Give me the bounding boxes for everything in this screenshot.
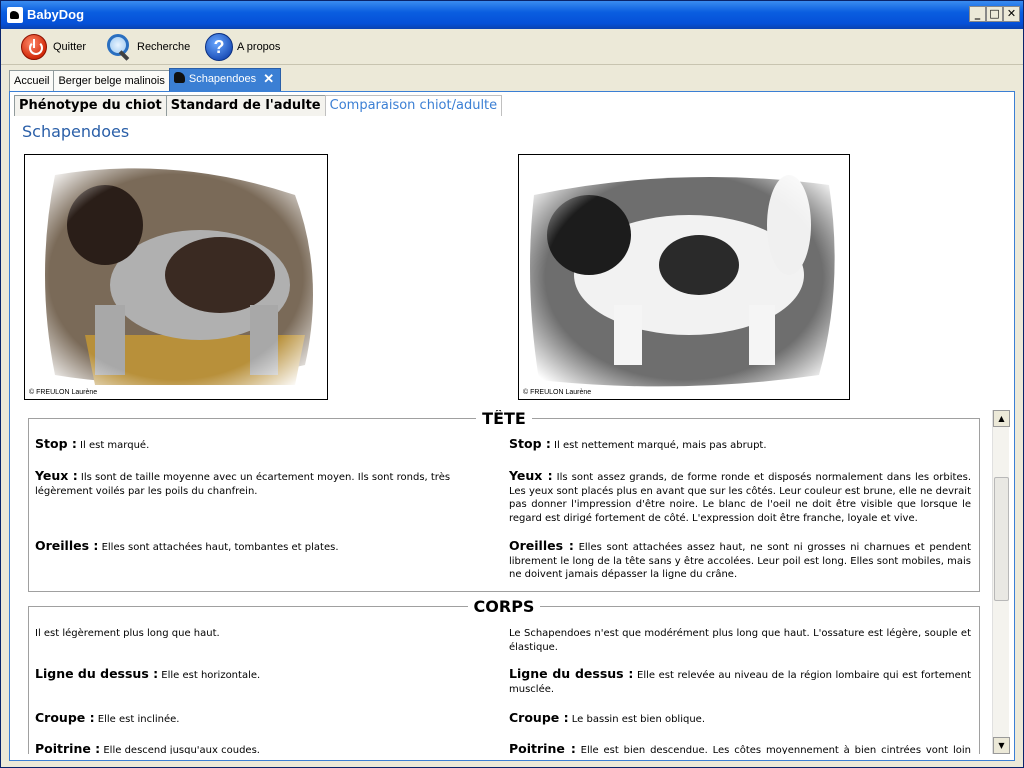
tab-label: Standard de l'adulte xyxy=(170,98,321,113)
tab-accueil[interactable]: Accueil xyxy=(9,70,55,91)
puppy-yeux: Yeux : Ils sont de taille moyenne avec u… xyxy=(35,468,451,497)
breed-title: Schapendoes xyxy=(22,122,130,141)
quit-button[interactable]: Quitter xyxy=(21,31,86,63)
adult-photo: © FREULON Laurène xyxy=(518,154,850,400)
scroll-up-button[interactable]: ▲ xyxy=(993,410,1010,427)
adult-poitrine: Poitrine : Elle est bien descendue. Les … xyxy=(509,741,971,754)
puppy-stop: Stop : Il est marqué. xyxy=(35,436,150,451)
dog-icon xyxy=(173,72,185,83)
help-icon: ? xyxy=(205,33,233,61)
puppy-ligne-dessus: Ligne du dessus : Elle est horizontale. xyxy=(35,666,261,681)
photo-credit: © FREULON Laurène xyxy=(523,389,592,396)
quit-label: Quitter xyxy=(53,41,87,53)
search-label: Recherche xyxy=(137,41,191,53)
tab-phenotype-chiot[interactable]: Phénotype du chiot xyxy=(14,95,167,116)
photo-credit: © FREULON Laurène xyxy=(29,389,98,396)
search-button[interactable]: Recherche xyxy=(105,31,190,63)
adult-corps: Le Schapendoes n'est que modérément plus… xyxy=(509,628,971,653)
puppy-image xyxy=(25,155,327,399)
section-corps: CORPS Il est légèrement plus long que ha… xyxy=(28,597,980,754)
tab-label: Accueil xyxy=(14,75,50,87)
adult-ligne-dessus: Ligne du dessus : Elle est relevée au ni… xyxy=(509,666,971,695)
about-label: A propos xyxy=(237,41,281,53)
magnifier-icon xyxy=(105,33,131,61)
about-button[interactable]: ? A propos xyxy=(205,31,280,63)
adult-croupe: Croupe : Le bassin est bien oblique. xyxy=(509,710,706,725)
puppy-corps: Il est légèrement plus long que haut. xyxy=(35,628,220,639)
content-panel: Phénotype du chiot Standard de l'adulte … xyxy=(9,91,1015,761)
section-title: TÊTE xyxy=(476,410,532,428)
close-window-button[interactable]: ✕ xyxy=(1003,6,1020,22)
tab-label: Schapendoes xyxy=(188,73,257,85)
scrollbar-thumb[interactable] xyxy=(994,477,1009,601)
breed-tabs: Accueil Berger belge malinois Schapendoe… xyxy=(9,68,282,91)
tab-comparaison[interactable]: Comparaison chiot/adulte xyxy=(324,95,503,116)
tab-label: Comparaison chiot/adulte xyxy=(329,98,498,113)
tab-label: Phénotype du chiot xyxy=(19,98,162,113)
tab-schapendoes[interactable]: Schapendoes ✕ xyxy=(168,68,282,91)
maximize-button[interactable]: □ xyxy=(986,6,1003,22)
adult-image xyxy=(519,155,849,399)
adult-stop: Stop : Il est nettement marqué, mais pas… xyxy=(509,436,767,451)
scroll-down-button[interactable]: ▼ xyxy=(993,737,1010,754)
comparison-content[interactable]: TÊTE Stop : Il est marqué. Stop : Il est… xyxy=(20,410,996,754)
title-bar[interactable]: BabyDog _ □ ✕ xyxy=(1,1,1023,29)
power-icon xyxy=(21,34,47,60)
puppy-croupe: Croupe : Elle est inclinée. xyxy=(35,710,180,725)
dog-app-icon xyxy=(7,7,23,23)
app-window: BabyDog _ □ ✕ Quitter Recherche ? A prop… xyxy=(0,0,1024,768)
tab-standard-adulte[interactable]: Standard de l'adulte xyxy=(165,95,326,116)
window-title: BabyDog xyxy=(27,7,85,22)
toolbar: Quitter Recherche ? A propos xyxy=(1,29,1023,65)
adult-oreilles: Oreilles : Elles sont attachées assez ha… xyxy=(509,538,971,580)
puppy-poitrine: Poitrine : Elle descend jusqu'aux coudes… xyxy=(35,741,260,754)
vertical-scrollbar[interactable]: ▲ ▼ xyxy=(992,410,1010,754)
puppy-photo: © FREULON Laurène xyxy=(24,154,328,400)
close-tab-icon[interactable]: ✕ xyxy=(263,69,274,89)
puppy-oreilles: Oreilles : Elles sont attachées haut, to… xyxy=(35,538,339,553)
section-title: CORPS xyxy=(467,597,541,616)
minimize-button[interactable]: _ xyxy=(969,6,986,22)
tab-label: Berger belge malinois xyxy=(58,75,165,87)
view-tabs: Phénotype du chiot Standard de l'adulte … xyxy=(14,95,503,117)
adult-yeux: Yeux : Ils sont assez grands, de forme r… xyxy=(509,468,971,524)
section-tete: TÊTE Stop : Il est marqué. Stop : Il est… xyxy=(28,410,980,592)
tab-berger-belge-malinois[interactable]: Berger belge malinois xyxy=(53,70,170,91)
